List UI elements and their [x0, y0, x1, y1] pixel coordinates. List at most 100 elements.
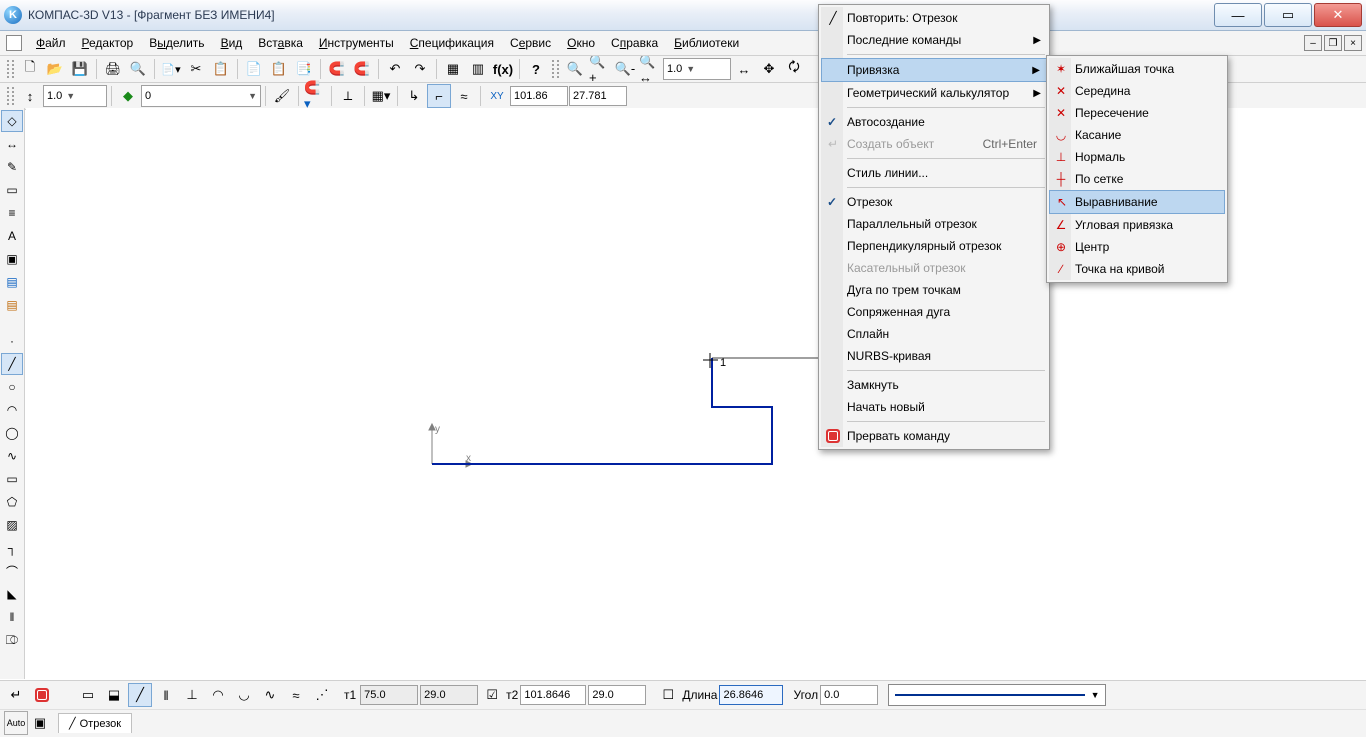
ctx-repeat[interactable]: ╱ Повторить: Отрезок	[821, 7, 1047, 29]
hatch-icon[interactable]: ▨	[1, 514, 23, 536]
snap-center[interactable]: ⊕Центр	[1049, 236, 1225, 258]
t1x-field[interactable]: 75.0	[360, 685, 418, 705]
dimensions-icon[interactable]: ↔	[1, 133, 23, 155]
t2-lock-icon[interactable]: ☑	[480, 683, 504, 707]
print-icon[interactable]: 🖨	[101, 57, 125, 81]
snap-grid[interactable]: ┼По сетке	[1049, 168, 1225, 190]
ctx-arc3[interactable]: Дуга по трем точкам	[821, 279, 1047, 301]
ctx-close-poly[interactable]: Замкнуть	[821, 374, 1047, 396]
paste2-icon[interactable]: 📋	[267, 57, 291, 81]
menu-file[interactable]: Файл	[28, 33, 74, 53]
ctx-stop[interactable]: Прервать команду	[821, 425, 1047, 447]
state-icon[interactable]: ↕	[18, 84, 42, 108]
seg-mode-8-icon[interactable]: ∿	[258, 683, 282, 707]
lcs-icon[interactable]: ↳	[402, 84, 426, 108]
auto2-icon[interactable]: Auto	[4, 711, 28, 735]
brush-icon[interactable]: 🖌	[270, 84, 294, 108]
t1y-field[interactable]: 29.0	[420, 685, 478, 705]
coord-x-field[interactable]: 101.86	[510, 86, 568, 106]
vars-icon[interactable]: f(x)	[491, 57, 515, 81]
seg-mode-4-icon[interactable]: ‖	[154, 683, 178, 707]
maximize-button[interactable]: ▭	[1264, 3, 1312, 27]
seg-mode-7-icon[interactable]: ◡	[232, 683, 256, 707]
snap-icon[interactable]: 🧲▾	[303, 84, 327, 108]
undo-icon[interactable]: ↶	[383, 57, 407, 81]
libs-icon[interactable]: ▥	[466, 57, 490, 81]
ctx-segment[interactable]: ✓Отрезок	[821, 191, 1047, 213]
seg-mode-1-icon[interactable]: ▭	[76, 683, 100, 707]
ctx-new[interactable]: Начать новый	[821, 396, 1047, 418]
edit-icon[interactable]: ▭	[1, 179, 23, 201]
rep-icon[interactable]: ▤	[1, 294, 23, 316]
t2x-field[interactable]: 101.8646	[520, 685, 586, 705]
param-icon[interactable]: ≡	[1, 202, 23, 224]
collect-icon[interactable]: ⎄	[1, 629, 23, 651]
grip[interactable]	[7, 60, 14, 78]
zoom-in-icon[interactable]: 🔍+	[588, 57, 612, 81]
ortho-icon[interactable]: ⌐	[427, 84, 451, 108]
mdi-close[interactable]: ×	[1344, 35, 1362, 51]
cut-icon[interactable]: 📄▾	[159, 57, 183, 81]
measure-icon[interactable]: ⟂	[336, 84, 360, 108]
len-lock-icon[interactable]: ☐	[656, 683, 680, 707]
polygon-icon[interactable]: ⬠	[1, 491, 23, 513]
seg-mode-2-icon[interactable]: ⬓	[102, 683, 126, 707]
ctx-perp[interactable]: Перпендикулярный отрезок	[821, 235, 1047, 257]
snap-align[interactable]: ↖Выравнивание	[1049, 190, 1225, 214]
move-icon[interactable]: ✥	[757, 57, 781, 81]
grip3[interactable]	[7, 87, 14, 105]
ctx-spline[interactable]: Сплайн	[821, 323, 1047, 345]
preview-icon[interactable]: 🔍	[126, 57, 150, 81]
circle-icon[interactable]: ○	[1, 376, 23, 398]
point-icon[interactable]: ·	[1, 330, 23, 352]
symbols-icon[interactable]: ✎	[1, 156, 23, 178]
magnet2-icon[interactable]: 🧲	[350, 57, 374, 81]
geometry-icon[interactable]: ◇	[1, 110, 23, 132]
ellipse-icon[interactable]: ◯	[1, 422, 23, 444]
zoom-fit-icon[interactable]: 🔍↔	[638, 57, 662, 81]
grid-icon[interactable]: ▦▾	[369, 84, 393, 108]
ctx-nurbs[interactable]: NURBS-кривая	[821, 345, 1047, 367]
snap-tangent[interactable]: ◡Касание	[1049, 124, 1225, 146]
seg-mode-10-icon[interactable]: ⋰	[310, 683, 334, 707]
coord-y-field[interactable]: 27.781	[569, 86, 627, 106]
menu-view[interactable]: Вид	[213, 33, 251, 53]
round-icon[interactable]: ≈	[452, 84, 476, 108]
mdi-restore[interactable]: ❐	[1324, 35, 1342, 51]
snap-angle[interactable]: ∠Угловая привязка	[1049, 214, 1225, 236]
auto-obj-icon[interactable]: ↵	[4, 683, 28, 707]
open-icon[interactable]: 📂	[43, 57, 67, 81]
menu-edit[interactable]: Редактор	[74, 33, 142, 53]
menu-insert[interactable]: Вставка	[250, 33, 311, 53]
redraw-icon[interactable]: 🗘	[782, 57, 806, 81]
menu-select[interactable]: Выделить	[141, 33, 212, 53]
layers-icon[interactable]: ◆	[116, 84, 140, 108]
layer-combo[interactable]: 0▼	[141, 85, 261, 107]
menu-window[interactable]: Окно	[559, 33, 603, 53]
zoom-window-icon[interactable]: 🔍	[563, 57, 587, 81]
arc-icon[interactable]: ◠	[1, 399, 23, 421]
spline-icon[interactable]: ∿	[1, 445, 23, 467]
menu-service[interactable]: Сервис	[502, 33, 559, 53]
chamfer-icon[interactable]: ◣	[1, 583, 23, 605]
ctx-parallel[interactable]: Параллельный отрезок	[821, 213, 1047, 235]
ctx-arc-conj[interactable]: Сопряженная дуга	[821, 301, 1047, 323]
paste-icon[interactable]: 📋	[209, 57, 233, 81]
minimize-button[interactable]: —	[1214, 3, 1262, 27]
line-icon[interactable]: ╱	[1, 353, 23, 375]
magnet-icon[interactable]: 🧲	[325, 57, 349, 81]
help-icon[interactable]: ?	[524, 57, 548, 81]
t2y-field[interactable]: 29.0	[588, 685, 646, 705]
copy-icon[interactable]: ✂	[184, 57, 208, 81]
aux-icon[interactable]: ┐	[1, 537, 23, 559]
mdi-min[interactable]: –	[1304, 35, 1322, 51]
ctx-calc[interactable]: Геометрический калькулятор▶	[821, 82, 1047, 104]
menu-tools[interactable]: Инструменты	[311, 33, 402, 53]
close-button[interactable]: ✕	[1314, 3, 1362, 27]
stop-cmd-icon[interactable]	[30, 683, 54, 707]
seg-mode-3-icon[interactable]: ╱	[128, 683, 152, 707]
zoom-out-icon[interactable]: 🔍-	[613, 57, 637, 81]
seg-mode-9-icon[interactable]: ≈	[284, 683, 308, 707]
coord-icon[interactable]: XY	[485, 84, 509, 108]
select-icon[interactable]: ▣	[1, 248, 23, 270]
